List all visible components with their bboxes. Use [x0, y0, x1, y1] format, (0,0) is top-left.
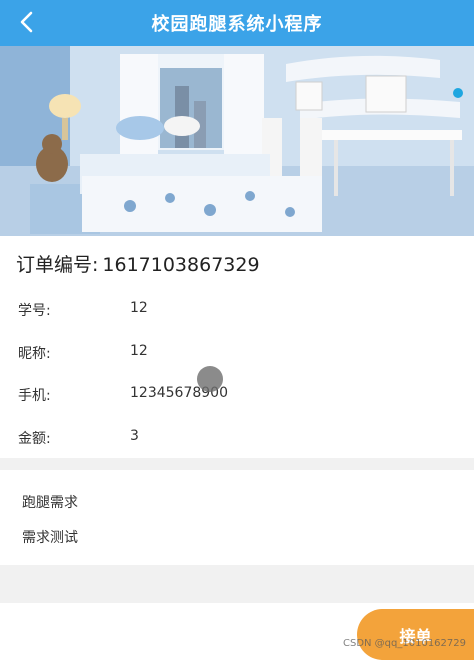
bedroom-photo [0, 46, 474, 236]
amount-row: 金额: 3 [18, 428, 139, 448]
banner-image [0, 46, 474, 236]
app-header: 校园跑腿系统小程序 [0, 0, 474, 46]
requirement-title: 跑腿需求 [22, 495, 78, 511]
section-divider-bottom [0, 565, 474, 603]
amount-label: 金额: [18, 431, 51, 447]
touch-indicator [197, 366, 223, 392]
student-id-label: 学号: [18, 303, 51, 319]
section-divider [0, 458, 474, 470]
phone-row: 手机: 12345678900 [18, 385, 228, 405]
order-number-row: 订单编号: 1617103867329 [16, 250, 260, 277]
chevron-left-icon [20, 11, 33, 33]
order-number-value: 1617103867329 [102, 254, 260, 276]
phone-label: 手机: [18, 388, 51, 404]
student-id-row: 学号: 12 [18, 300, 148, 320]
back-button[interactable] [12, 7, 42, 37]
page-title: 校园跑腿系统小程序 [151, 14, 323, 35]
watermark: CSDN @qq_1010162729 [342, 638, 466, 649]
order-number-label: 订单编号: [16, 254, 99, 276]
accept-order-button[interactable]: 接单 [357, 609, 474, 660]
nickname-label: 昵称: [18, 346, 51, 362]
nickname-row: 昵称: 12 [18, 343, 148, 363]
nickname-value: 12 [130, 343, 148, 359]
requirement-content: 需求测试 [22, 530, 78, 546]
amount-value: 3 [130, 428, 139, 444]
student-id-value: 12 [130, 300, 148, 316]
